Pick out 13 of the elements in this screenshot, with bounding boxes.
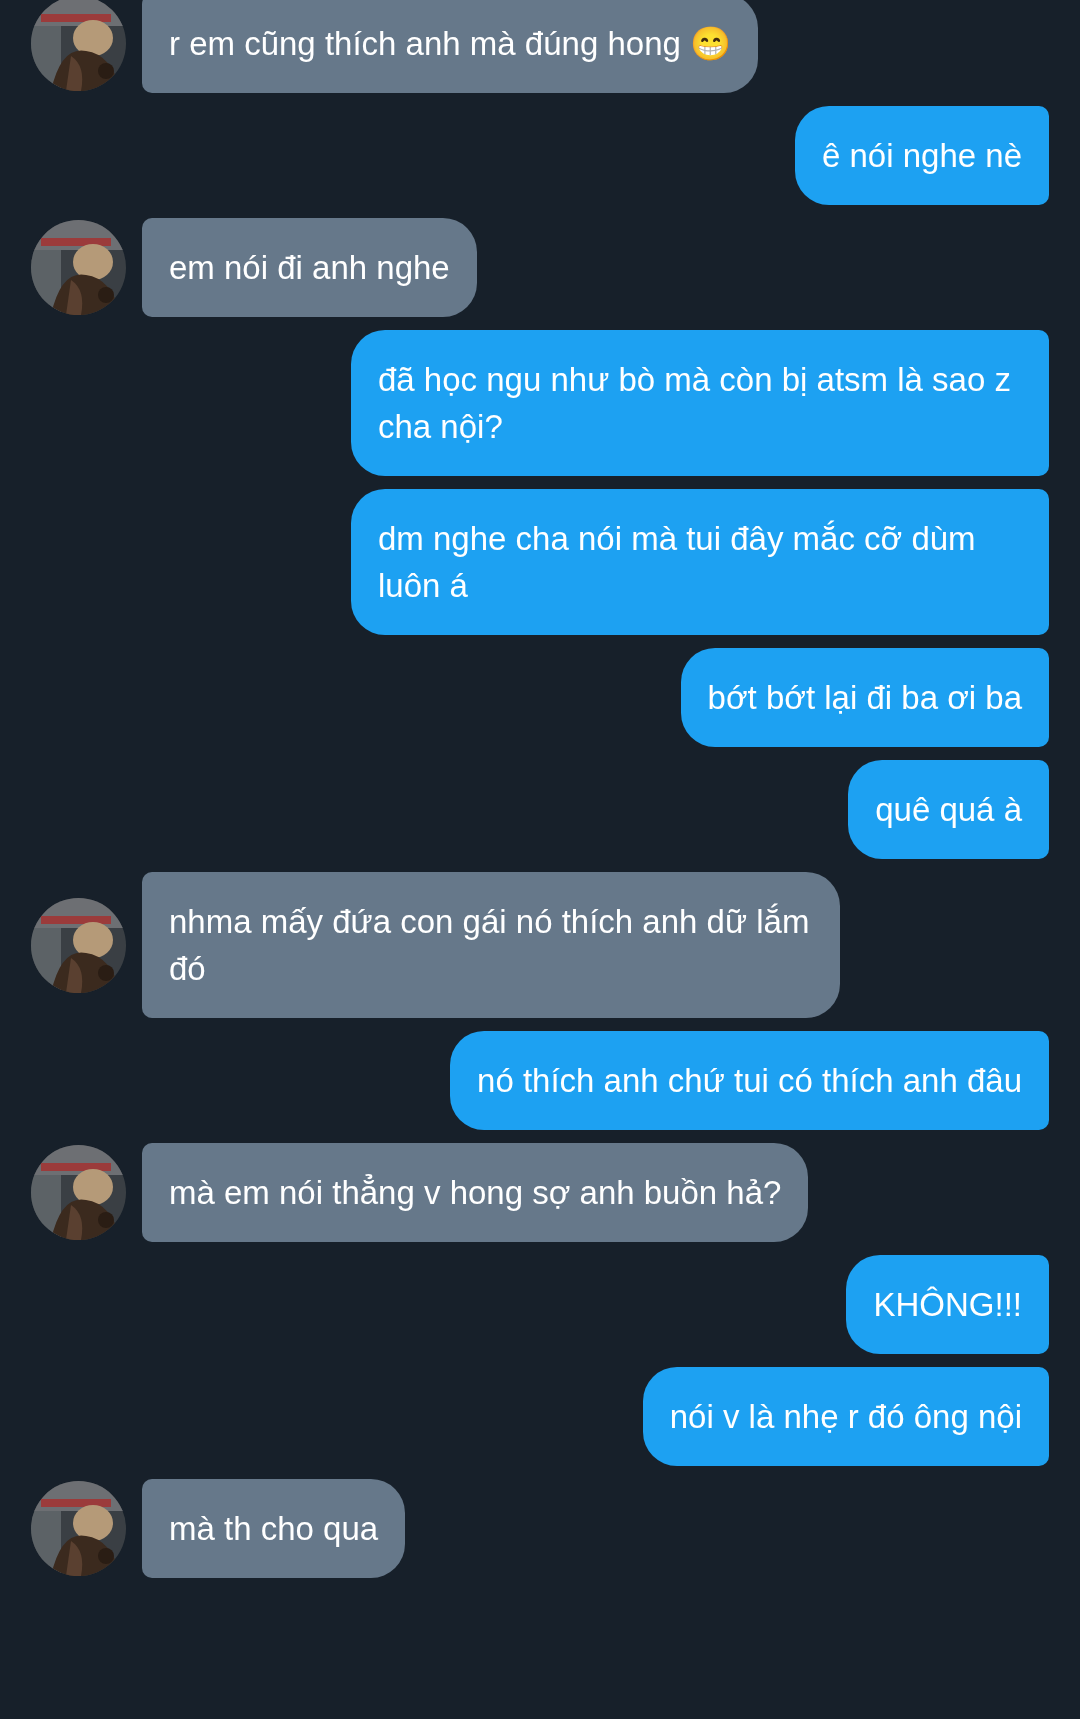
message-bubble: KHÔNG!!! <box>846 1255 1049 1354</box>
message-bubble: ê nói nghe nè <box>795 106 1049 205</box>
message-bubble: em nói đi anh nghe <box>142 218 477 317</box>
message-bubble: mà em nói thẳng v hong sợ anh buồn hả? <box>142 1143 809 1242</box>
message-bubble: quê quá à <box>848 760 1049 859</box>
message-bubble: đã học ngu như bò mà còn bị atsm là sao z cha nội? <box>351 330 1049 476</box>
message-bubble: nói v là nhẹ r đó ông nội <box>642 1367 1049 1466</box>
message-bubble: mà th cho qua <box>142 1479 406 1578</box>
message-bubble: bớt bớt lại đi ba ơi ba <box>680 648 1049 747</box>
message-bubble: dm nghe cha nói mà tui đây mắc cỡ dùm luôn á <box>351 489 1049 635</box>
message-bubble: r em cũng thích anh mà đúng hong 😁 <box>142 0 758 93</box>
message-bubble: nhma mấy đứa con gái nó thích anh dữ lắm đó <box>142 872 840 1018</box>
message-bubble: nó thích anh chứ tui có thích anh đâu <box>450 1031 1049 1130</box>
